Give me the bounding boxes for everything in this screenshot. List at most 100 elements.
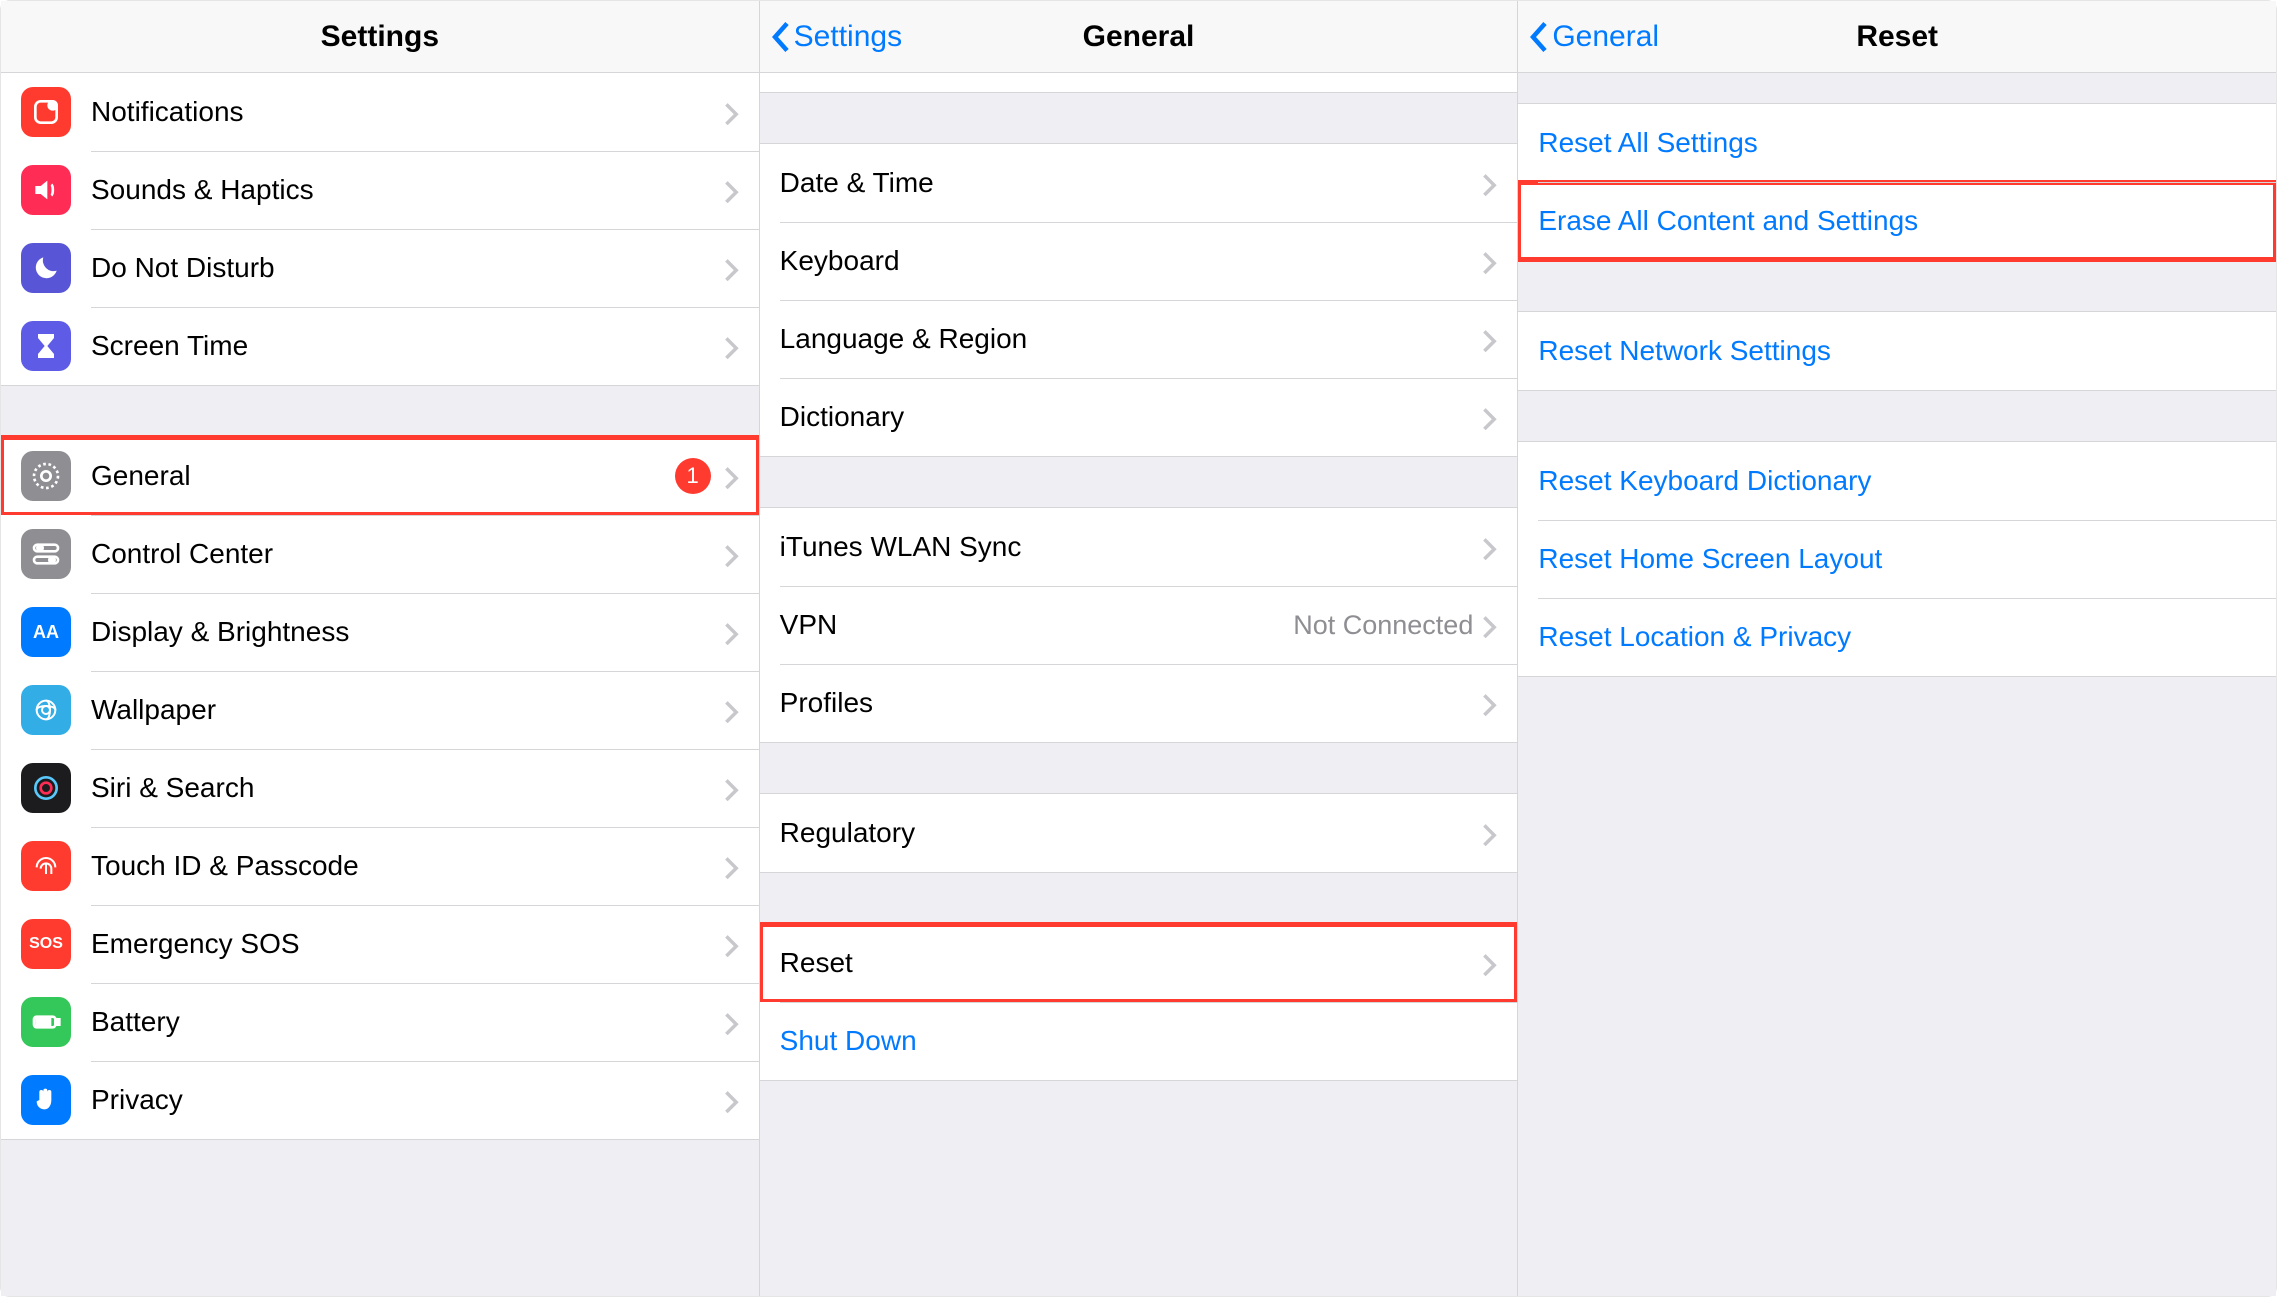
section-gap: [1, 386, 759, 436]
section-gap: [760, 457, 1518, 507]
row-notifications[interactable]: Notifications: [1, 73, 759, 151]
row-keyboard[interactable]: Keyboard: [760, 222, 1518, 300]
chevron-right-icon: [725, 621, 739, 643]
row-privacy[interactable]: Privacy: [1, 1061, 759, 1139]
reset-group-2: Reset Network Settings: [1518, 311, 2276, 391]
row-vpn[interactable]: VPN Not Connected: [760, 586, 1518, 664]
row-reset-keyboard[interactable]: Reset Keyboard Dictionary: [1518, 442, 2276, 520]
row-language[interactable]: Language & Region: [760, 300, 1518, 378]
chevron-right-icon: [725, 777, 739, 799]
row-sos[interactable]: SOS Emergency SOS: [1, 905, 759, 983]
fingerprint-icon: [21, 841, 71, 891]
row-label: Privacy: [91, 1084, 725, 1116]
row-dictionary[interactable]: Dictionary: [760, 378, 1518, 456]
toggles-icon: [21, 529, 71, 579]
notification-badge: 1: [675, 458, 711, 494]
row-label: iTunes WLAN Sync: [780, 531, 1484, 563]
row-wallpaper[interactable]: Wallpaper: [1, 671, 759, 749]
section-gap: [760, 873, 1518, 923]
row-label: Touch ID & Passcode: [91, 850, 725, 882]
row-battery[interactable]: Battery: [1, 983, 759, 1061]
chevron-right-icon: [725, 465, 739, 487]
sounds-icon: [21, 165, 71, 215]
section-gap: [760, 93, 1518, 143]
page-title: Reset: [1856, 20, 1938, 54]
row-reset-network[interactable]: Reset Network Settings: [1518, 312, 2276, 390]
hourglass-icon: [21, 321, 71, 371]
row-erase-all[interactable]: Erase All Content and Settings: [1518, 182, 2276, 260]
notifications-icon: [21, 87, 71, 137]
row-label: Reset Location & Privacy: [1538, 621, 2256, 653]
row-date-time[interactable]: Date & Time: [760, 144, 1518, 222]
row-label: Screen Time: [91, 330, 725, 362]
row-reset-location[interactable]: Reset Location & Privacy: [1518, 598, 2276, 676]
chevron-right-icon: [725, 543, 739, 565]
reset-panel: General Reset Reset All Settings Erase A…: [1517, 1, 2276, 1296]
chevron-right-icon: [1483, 328, 1497, 350]
row-siri[interactable]: Siri & Search: [1, 749, 759, 827]
row-touchid[interactable]: Touch ID & Passcode: [1, 827, 759, 905]
row-control-center[interactable]: Control Center: [1, 515, 759, 593]
row-label: Language & Region: [780, 323, 1484, 355]
navbar-settings: Settings: [1, 1, 759, 73]
settings-group-2: General 1 Control Center AA Display & Br…: [1, 436, 759, 1140]
row-label: Reset All Settings: [1538, 127, 2256, 159]
row-reset-home[interactable]: Reset Home Screen Layout: [1518, 520, 2276, 598]
row-general[interactable]: General 1: [1, 437, 759, 515]
row-itunes-sync[interactable]: iTunes WLAN Sync: [760, 508, 1518, 586]
row-label: Sounds & Haptics: [91, 174, 725, 206]
back-label: General: [1552, 20, 1659, 54]
chevron-right-icon: [725, 257, 739, 279]
chevron-right-icon: [725, 335, 739, 357]
row-value: Not Connected: [1293, 610, 1473, 641]
page-title: General: [1083, 20, 1195, 54]
chevron-right-icon: [1483, 536, 1497, 558]
chevron-right-icon: [1483, 250, 1497, 272]
chevron-right-icon: [1483, 406, 1497, 428]
cutoff-row: [760, 73, 1518, 93]
row-label: Reset Keyboard Dictionary: [1538, 465, 2256, 497]
row-label: Reset Network Settings: [1538, 335, 2256, 367]
display-icon: AA: [21, 607, 71, 657]
gear-icon: [21, 451, 71, 501]
battery-icon: [21, 997, 71, 1047]
chevron-right-icon: [725, 1011, 739, 1033]
chevron-left-icon: [772, 22, 790, 52]
settings-panel: Settings Notifications Sounds & Haptics …: [1, 1, 759, 1296]
chevron-right-icon: [1483, 614, 1497, 636]
back-button[interactable]: General: [1530, 1, 1659, 72]
page-title: Settings: [321, 20, 439, 54]
chevron-right-icon: [1483, 172, 1497, 194]
row-profiles[interactable]: Profiles: [760, 664, 1518, 742]
back-button[interactable]: Settings: [772, 1, 902, 72]
row-regulatory[interactable]: Regulatory: [760, 794, 1518, 872]
general-group-2: iTunes WLAN Sync VPN Not Connected Profi…: [760, 507, 1518, 743]
row-label: Wallpaper: [91, 694, 725, 726]
general-group-1: Date & Time Keyboard Language & Region D…: [760, 143, 1518, 457]
row-label: Date & Time: [780, 167, 1484, 199]
row-label: Do Not Disturb: [91, 252, 725, 284]
row-reset[interactable]: Reset: [760, 924, 1518, 1002]
navbar-general: Settings General: [760, 1, 1518, 73]
section-gap: [760, 743, 1518, 793]
row-label: VPN: [780, 609, 1294, 641]
wallpaper-icon: [21, 685, 71, 735]
siri-icon: [21, 763, 71, 813]
row-dnd[interactable]: Do Not Disturb: [1, 229, 759, 307]
navbar-reset: General Reset: [1518, 1, 2276, 73]
row-display[interactable]: AA Display & Brightness: [1, 593, 759, 671]
row-screen-time[interactable]: Screen Time: [1, 307, 759, 385]
section-gap: [1518, 391, 2276, 441]
chevron-left-icon: [1530, 22, 1548, 52]
chevron-right-icon: [725, 933, 739, 955]
reset-group-1: Reset All Settings Erase All Content and…: [1518, 103, 2276, 261]
row-reset-all[interactable]: Reset All Settings: [1518, 104, 2276, 182]
row-label: Emergency SOS: [91, 928, 725, 960]
row-label: Regulatory: [780, 817, 1484, 849]
row-sounds[interactable]: Sounds & Haptics: [1, 151, 759, 229]
chevron-right-icon: [725, 699, 739, 721]
row-shutdown[interactable]: Shut Down: [760, 1002, 1518, 1080]
section-gap: [1518, 261, 2276, 311]
row-label: Keyboard: [780, 245, 1484, 277]
chevron-right-icon: [1483, 822, 1497, 844]
